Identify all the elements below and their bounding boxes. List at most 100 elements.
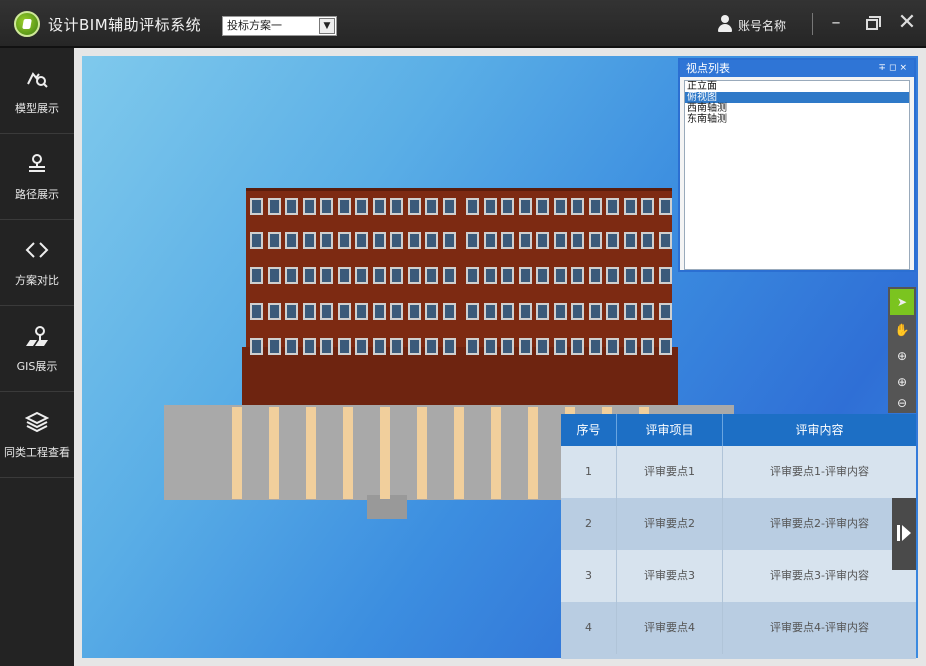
building-window bbox=[641, 338, 654, 355]
table-cell: 评审要点1 bbox=[617, 446, 723, 498]
table-cell: 评审要点2 bbox=[617, 498, 723, 550]
building-window bbox=[442, 338, 456, 355]
building-window bbox=[658, 303, 672, 320]
building-window bbox=[250, 267, 263, 284]
building-window bbox=[250, 303, 263, 320]
scheme-select[interactable]: 投标方案一 ▼ bbox=[222, 16, 337, 36]
building-window bbox=[372, 267, 386, 284]
building-window bbox=[302, 198, 316, 215]
user-name[interactable]: 账号名称 bbox=[738, 17, 786, 34]
building-window bbox=[606, 303, 619, 320]
sidebar-item-model-view[interactable]: 模型展示 bbox=[0, 48, 74, 134]
column-header-item: 评审项目 bbox=[617, 414, 723, 446]
building-window bbox=[641, 303, 654, 320]
building-window bbox=[407, 267, 421, 284]
building-window bbox=[337, 198, 351, 215]
table-cell: 评审要点2-评审内容 bbox=[770, 517, 869, 530]
panel-controls[interactable]: ∓◻× bbox=[878, 60, 910, 77]
building-pillar bbox=[269, 407, 279, 499]
building-window bbox=[623, 232, 637, 249]
building-window bbox=[302, 232, 316, 249]
building-window bbox=[641, 267, 654, 284]
table-cell: 评审要点1-评审内容 bbox=[770, 465, 869, 478]
list-item[interactable]: 俯视图 bbox=[685, 92, 909, 103]
sidebar-item-similar-projects[interactable]: 同类工程查看 bbox=[0, 392, 74, 478]
building-window bbox=[425, 198, 438, 215]
building-window bbox=[372, 303, 386, 320]
chevron-down-icon[interactable]: ▼ bbox=[319, 18, 335, 34]
sidebar-item-label: 模型展示 bbox=[15, 102, 59, 115]
building-window bbox=[571, 232, 584, 249]
minimize-button[interactable]: – bbox=[824, 12, 848, 36]
building-window bbox=[285, 267, 298, 284]
table-row[interactable]: 2 评审要点2 评审要点2-评审内容 bbox=[561, 498, 916, 550]
building-window bbox=[302, 303, 316, 320]
building-window bbox=[267, 267, 281, 284]
building-window bbox=[588, 303, 602, 320]
restore-icon[interactable]: ◻ bbox=[889, 63, 899, 73]
zoom-in-icon[interactable]: ⊕ bbox=[890, 369, 914, 395]
building-window bbox=[623, 303, 637, 320]
select-pointer-icon[interactable]: ➤ bbox=[890, 289, 914, 315]
building-window bbox=[407, 198, 421, 215]
sidebar-item-route[interactable]: 路径展示 bbox=[0, 134, 74, 220]
building-window bbox=[588, 198, 602, 215]
table-row[interactable]: 3 评审要点3 评审要点3-评审内容 bbox=[561, 550, 916, 602]
building-window bbox=[553, 303, 567, 320]
sidebar-item-label: 路径展示 bbox=[15, 188, 59, 201]
user-icon bbox=[717, 15, 733, 33]
building-window bbox=[553, 198, 567, 215]
zoom-out-icon[interactable]: ⊖ bbox=[890, 395, 914, 411]
collapse-panel-button[interactable] bbox=[892, 498, 916, 570]
list-item[interactable]: 正立面 bbox=[685, 81, 909, 92]
close-button[interactable]: ✕ bbox=[895, 12, 919, 36]
building-window bbox=[588, 232, 602, 249]
building-window bbox=[536, 232, 549, 249]
table-row[interactable]: 1 评审要点1 评审要点1-评审内容 bbox=[561, 446, 916, 498]
list-item[interactable]: 西南轴测 bbox=[685, 103, 909, 114]
building-pillar bbox=[417, 407, 427, 499]
building-pillar bbox=[528, 407, 538, 499]
building-window bbox=[553, 338, 567, 355]
column-header-content: 评审内容 bbox=[795, 423, 844, 437]
close-icon[interactable]: × bbox=[899, 63, 910, 73]
building-window bbox=[518, 198, 532, 215]
building-window bbox=[355, 267, 368, 284]
building-window bbox=[606, 198, 619, 215]
app-title: 设计BIM辅助评标系统 bbox=[48, 16, 202, 34]
building-window bbox=[536, 338, 549, 355]
pan-hand-icon[interactable]: ✋ bbox=[890, 317, 914, 343]
view-list-header[interactable]: 视点列表 ∓◻× bbox=[680, 60, 914, 77]
sidebar-item-gis[interactable]: GIS展示 bbox=[0, 306, 74, 392]
building-window bbox=[483, 338, 497, 355]
building-pillar bbox=[454, 407, 464, 499]
play-arrow-icon bbox=[902, 525, 911, 541]
building-window bbox=[606, 338, 619, 355]
pin-icon[interactable]: ∓ bbox=[878, 63, 889, 73]
building-window bbox=[267, 338, 281, 355]
building-window bbox=[623, 338, 637, 355]
building-window bbox=[285, 303, 298, 320]
list-item[interactable]: 东南轴测 bbox=[685, 114, 909, 125]
building-window bbox=[285, 338, 298, 355]
building-window bbox=[355, 338, 368, 355]
building-window bbox=[501, 232, 514, 249]
building-window bbox=[407, 338, 421, 355]
building-window bbox=[320, 267, 333, 284]
building-window bbox=[536, 303, 549, 320]
building-window bbox=[658, 198, 672, 215]
table-cell: 评审要点4-评审内容 bbox=[770, 621, 869, 634]
orbit-icon[interactable]: ⊕ bbox=[890, 343, 914, 369]
building-window bbox=[285, 198, 298, 215]
building-window bbox=[553, 232, 567, 249]
sidebar-item-label: 同类工程查看 bbox=[4, 446, 70, 459]
building-window bbox=[641, 232, 654, 249]
building-window bbox=[425, 232, 438, 249]
sidebar-item-compare[interactable]: 方案对比 bbox=[0, 220, 74, 306]
building-pillar bbox=[380, 407, 390, 499]
maximize-button[interactable] bbox=[860, 12, 884, 36]
building-window bbox=[571, 303, 584, 320]
table-row[interactable]: 4 评审要点4 评审要点4-评审内容 bbox=[561, 602, 916, 659]
building-window bbox=[320, 198, 333, 215]
table-cell: 4 bbox=[561, 602, 617, 654]
